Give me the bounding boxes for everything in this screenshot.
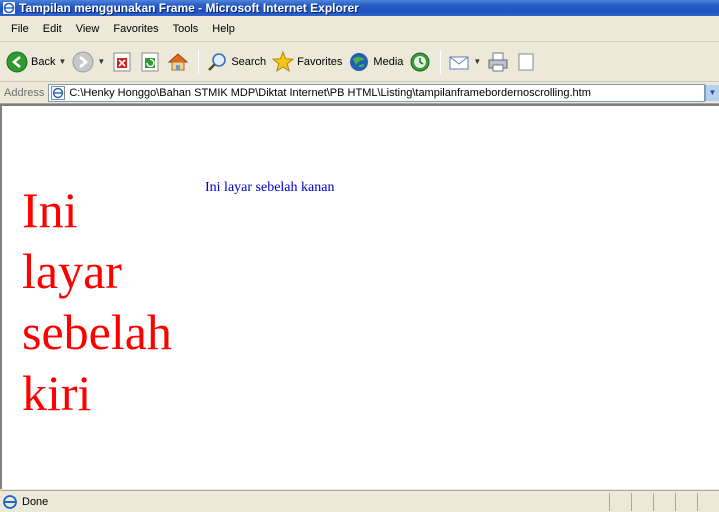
- address-dropdown-button[interactable]: ▼: [705, 84, 719, 101]
- status-bar: Done: [0, 490, 719, 512]
- stop-button[interactable]: [111, 51, 133, 73]
- home-button[interactable]: [167, 51, 189, 73]
- page-icon: [51, 85, 66, 100]
- search-button[interactable]: Search: [206, 51, 266, 73]
- back-button[interactable]: Back ▼: [6, 51, 66, 73]
- favorites-star-icon: [272, 50, 295, 72]
- menu-edit[interactable]: Edit: [36, 23, 69, 35]
- status-panel: [609, 492, 631, 511]
- title-bar: Tampilan menggunakan Frame - Microsoft I…: [0, 0, 719, 16]
- favorites-button[interactable]: Favorites: [272, 50, 343, 73]
- refresh-button[interactable]: [139, 51, 161, 73]
- media-button[interactable]: Media: [348, 51, 403, 73]
- frame-left: Ini layar sebelah kiri: [22, 180, 202, 424]
- chevron-down-icon[interactable]: ▼: [97, 57, 105, 66]
- window-title: Tampilan menggunakan Frame - Microsoft I…: [19, 1, 359, 15]
- status-text: Done: [22, 495, 49, 508]
- menu-help[interactable]: Help: [205, 23, 242, 35]
- history-button[interactable]: [409, 51, 431, 73]
- ie-logo-icon: [3, 2, 15, 14]
- print-icon: [488, 52, 508, 71]
- status-panel: [653, 492, 675, 511]
- stop-icon: [113, 52, 131, 71]
- frame-right-text: Ini layar sebelah kanan: [205, 180, 335, 195]
- ie-page-icon: [3, 494, 17, 509]
- back-arrow-icon: [6, 51, 28, 72]
- status-panel: [675, 492, 697, 511]
- mail-button[interactable]: ▼: [448, 51, 481, 73]
- menu-favorites[interactable]: Favorites: [106, 23, 165, 35]
- search-label: Search: [231, 55, 267, 68]
- back-label: Back: [31, 55, 56, 68]
- refresh-icon: [141, 52, 159, 71]
- frame-left-word: layar: [22, 243, 122, 299]
- toolbar-separator: [440, 49, 442, 74]
- menu-file[interactable]: File: [4, 23, 36, 35]
- menu-bar: File Edit View Favorites Tools Help: [0, 16, 719, 42]
- chevron-down-icon: ▼: [708, 88, 717, 97]
- menu-view[interactable]: View: [69, 23, 107, 35]
- forward-button[interactable]: ▼: [72, 51, 105, 73]
- address-bar: Address C:\Henky Honggo\Bahan STMIK MDP\…: [0, 82, 719, 104]
- search-icon: [208, 52, 227, 71]
- menu-tools[interactable]: Tools: [166, 23, 206, 35]
- edit-button[interactable]: [515, 51, 537, 73]
- frame-right: Ini layar sebelah kanan: [205, 180, 334, 196]
- forward-arrow-icon: [72, 51, 94, 72]
- frame-left-word: kiri: [22, 365, 92, 421]
- frame-left-word: Ini: [22, 182, 78, 238]
- chevron-down-icon[interactable]: ▼: [58, 57, 66, 66]
- toolbar-separator: [198, 49, 200, 74]
- media-label: Media: [373, 55, 404, 68]
- address-value: C:\Henky Honggo\Bahan STMIK MDP\Diktat I…: [69, 86, 591, 99]
- chevron-down-icon[interactable]: ▼: [473, 57, 481, 66]
- edit-icon: [518, 53, 534, 70]
- history-icon: [410, 52, 430, 71]
- address-input[interactable]: C:\Henky Honggo\Bahan STMIK MDP\Diktat I…: [48, 83, 705, 102]
- address-label: Address: [4, 86, 45, 99]
- status-panel: [631, 492, 653, 511]
- frame-left-word: sebelah: [22, 304, 172, 360]
- standard-toolbar: Back ▼ ▼ Search Favorites Media ▼: [0, 42, 719, 82]
- home-icon: [167, 52, 189, 70]
- print-button[interactable]: [487, 51, 509, 73]
- mail-icon: [449, 56, 469, 69]
- status-panel: [697, 492, 719, 511]
- media-icon: [350, 52, 369, 71]
- favorites-label: Favorites: [297, 55, 343, 68]
